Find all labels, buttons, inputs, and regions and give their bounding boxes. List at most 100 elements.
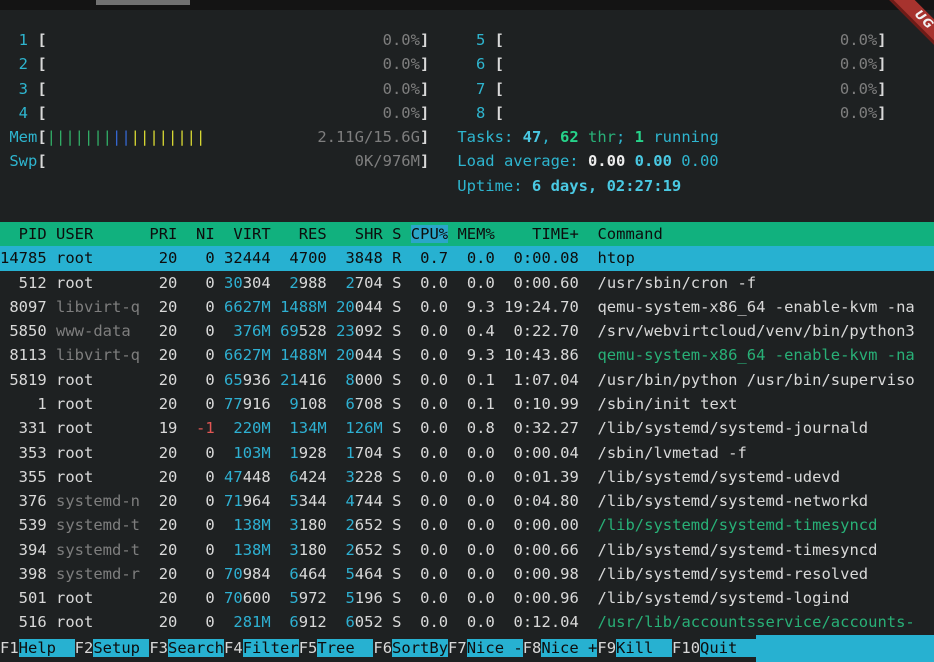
process-row[interactable]: 394 systemd-t 20 0 138M 3180 2652 S 0.0 … <box>0 538 934 562</box>
cell-res <box>280 565 289 583</box>
fn-f6-button[interactable]: F6SortBy <box>373 635 448 662</box>
cell-res: 134M <box>289 419 326 437</box>
process-row[interactable]: 501 root 20 0 70600 5972 5196 S 0.0 0.0 … <box>0 586 934 610</box>
cell-mem: 0.0 <box>457 516 494 534</box>
f9-action-label: Kill <box>616 639 672 657</box>
process-row[interactable]: 14785 root 20 0 32444 4700 3848 R 0.7 0.… <box>0 246 934 270</box>
column-header-command[interactable]: Command <box>597 225 662 243</box>
process-row[interactable]: 539 systemd-t 20 0 138M 3180 2652 S 0.0 … <box>0 513 934 537</box>
cell-ni: 0 <box>187 322 215 340</box>
cell-virt <box>224 613 233 631</box>
column-header-pid[interactable]: PID <box>0 225 47 243</box>
cell-command: /usr/lib/accountsservice/accounts- <box>597 613 914 631</box>
cpu-meter-value-1: 0.0% <box>383 31 420 49</box>
fn-f3-button[interactable]: F3Search <box>149 635 224 662</box>
fn-f2-button[interactable]: F2Setup <box>75 635 150 662</box>
cell-virt: 936 <box>243 371 271 389</box>
cell-pri: 20 <box>149 541 177 559</box>
process-row[interactable]: 398 systemd-r 20 0 70984 6464 5464 S 0.0… <box>0 562 934 586</box>
cell-virt: 6627M <box>224 298 271 316</box>
cpu-meter-label-5: 5 <box>457 31 494 49</box>
process-row[interactable]: 5850 www-data 20 0 376M 69528 23092 S 0.… <box>0 319 934 343</box>
cell-pri: 20 <box>149 322 177 340</box>
column-header-pri[interactable]: PRI <box>149 225 177 243</box>
cell-shr: 052 <box>355 613 383 631</box>
cell-command: /lib/systemd/systemd-logind <box>597 589 849 607</box>
column-header-user[interactable]: USER <box>56 225 140 243</box>
cell-shr: 464 <box>355 565 383 583</box>
f5-action-label: Tree <box>317 639 373 657</box>
cell-pri: 20 <box>149 249 177 267</box>
process-row[interactable]: 353 root 20 0 103M 1928 1704 S 0.0 0.0 0… <box>0 441 934 465</box>
cell-user: root <box>56 589 140 607</box>
cell-pid: 355 <box>0 468 47 486</box>
process-row[interactable]: 8097 libvirt-q 20 0 6627M 1488M 20044 S … <box>0 295 934 319</box>
cell-res <box>280 419 289 437</box>
column-header-mem[interactable]: MEM% <box>457 225 494 243</box>
fn-f5-button[interactable]: F5Tree <box>299 635 374 662</box>
cell-virt: 47 <box>224 468 243 486</box>
f4-label: F4 <box>224 639 243 657</box>
cpu-meter-label-3: 3 <box>0 80 37 98</box>
process-row[interactable]: 512 root 20 0 30304 2988 2704 S 0.0 0.0 … <box>0 271 934 295</box>
process-row[interactable]: 355 root 20 0 47448 6424 3228 S 0.0 0.0 … <box>0 465 934 489</box>
column-header-cpu[interactable]: CPU% <box>411 225 448 243</box>
cell-virt: 70 <box>224 589 243 607</box>
process-row[interactable]: 516 root 20 0 281M 6912 6052 S 0.0 0.0 0… <box>0 610 934 634</box>
cell-virt: 6627M <box>224 346 271 364</box>
tasks-summary: 1 <box>635 128 644 146</box>
fn-f4-button[interactable]: F4Filter <box>224 635 299 662</box>
cpu-meter-row: 3 [ 0.0%] 7 [ 0.0%] <box>0 77 934 101</box>
cell-shr: 2 <box>345 541 354 559</box>
column-header-shr[interactable]: SHR <box>336 225 383 243</box>
cell-ni: 0 <box>187 444 215 462</box>
cpu-meter-label-6: 6 <box>457 55 494 73</box>
f2-label: F2 <box>75 639 94 657</box>
cell-shr: 044 <box>355 298 383 316</box>
cell-shr: 6 <box>345 613 354 631</box>
column-header-ni[interactable]: NI <box>187 225 215 243</box>
cell-cpu: 0.0 <box>411 322 448 340</box>
cell-virt: 30 <box>224 274 243 292</box>
cell-command: /usr/sbin/cron -f <box>597 274 756 292</box>
cell-res <box>280 444 289 462</box>
cell-time: 0:10.99 <box>504 395 579 413</box>
cell-cpu: 0.0 <box>411 298 448 316</box>
memory-used-pipes: ||||||| <box>47 128 112 146</box>
fn-f8-button[interactable]: F8Nice + <box>523 635 598 662</box>
fn-f10-button[interactable]: F10Quit <box>672 635 756 662</box>
cell-pri: 20 <box>149 395 177 413</box>
fn-f7-button[interactable]: F7Nice - <box>448 635 523 662</box>
column-header-res[interactable]: RES <box>280 225 327 243</box>
load-average: 0.00 <box>588 152 635 170</box>
cell-pri: 19 <box>149 419 177 437</box>
cell-ni: 0 <box>187 371 215 389</box>
fn-f9-button[interactable]: F9Kill <box>597 635 672 662</box>
f2-action-label: Setup <box>93 639 149 657</box>
process-row[interactable]: 331 root 19 -1 220M 134M 126M S 0.0 0.8 … <box>0 416 934 440</box>
fn-f1-button[interactable]: F1Help <box>0 635 75 662</box>
cpu-meter-label-2: 2 <box>0 55 37 73</box>
cell-time: 0:04.80 <box>504 492 579 510</box>
process-row[interactable]: 1 root 20 0 77916 9108 6708 S 0.0 0.1 0:… <box>0 392 934 416</box>
column-header-virt[interactable]: VIRT <box>224 225 271 243</box>
cell-res: 9 <box>289 395 298 413</box>
titlebar-tab[interactable] <box>96 0 190 5</box>
cell-time: 0:01.39 <box>504 468 579 486</box>
process-row[interactable]: 376 systemd-n 20 0 71964 5344 4744 S 0.0… <box>0 489 934 513</box>
cell-shr: 196 <box>355 589 383 607</box>
cell-user: root <box>56 444 140 462</box>
cell-res: 700 <box>299 249 327 267</box>
cell-pid: 516 <box>0 613 47 631</box>
column-header-time[interactable]: TIME+ <box>504 225 579 243</box>
swap-meter-row: Swp[ 0K/976M] Load average: 0.00 0.00 0.… <box>0 149 934 173</box>
process-row[interactable]: 5819 root 20 0 65936 21416 8000 S 0.0 0.… <box>0 368 934 392</box>
cell-cpu: 0.0 <box>411 589 448 607</box>
cell-pri: 20 <box>149 565 177 583</box>
cell-time: 0:12.04 <box>504 613 579 631</box>
cell-ni: 0 <box>187 613 215 631</box>
cell-pid: 1 <box>0 395 47 413</box>
cell-ni: 0 <box>187 298 215 316</box>
cell-pid: 353 <box>0 444 47 462</box>
process-row[interactable]: 8113 libvirt-q 20 0 6627M 1488M 20044 S … <box>0 343 934 367</box>
